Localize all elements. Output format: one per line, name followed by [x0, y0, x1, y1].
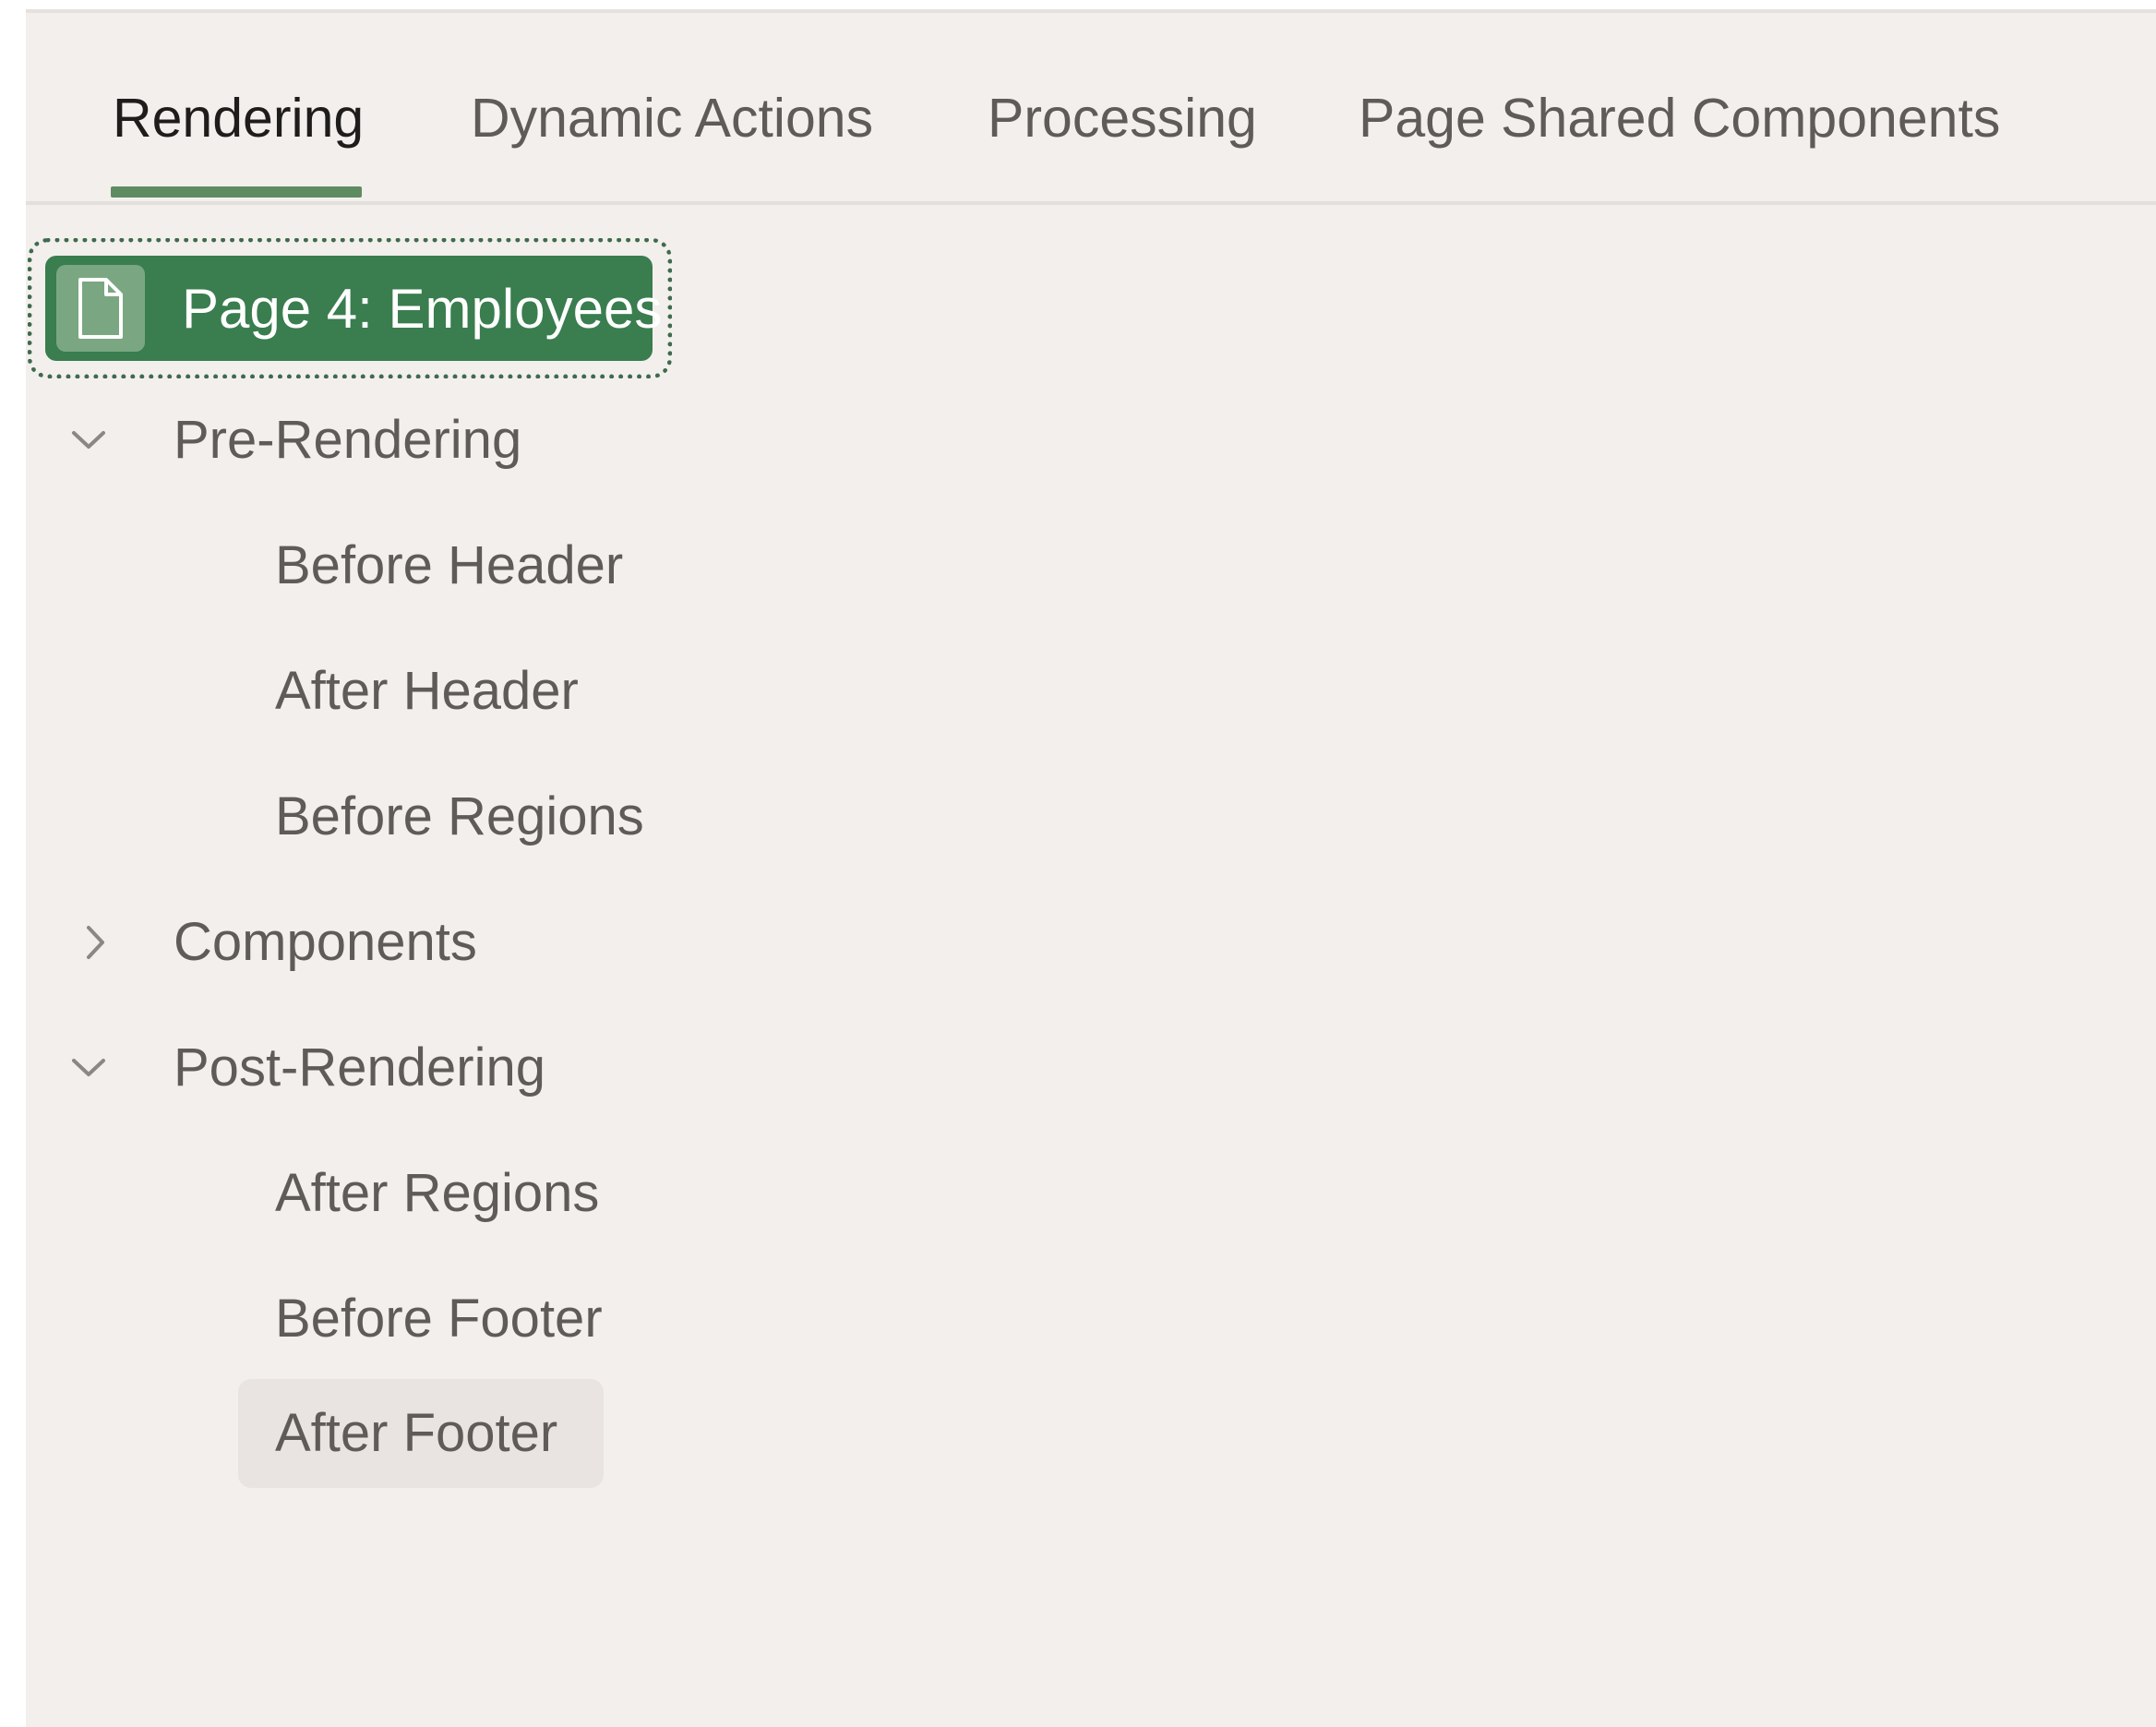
- tab-bar: Rendering Dynamic Actions Processing Pag…: [26, 13, 2156, 205]
- tree-leaf-label: After Regions: [275, 1163, 600, 1223]
- tree-leaf-before-regions[interactable]: Before Regions: [26, 766, 856, 868]
- chevron-right-icon[interactable]: [74, 920, 118, 965]
- tree-leaf-label: Before Regions: [275, 786, 644, 846]
- tree-node-components[interactable]: Components: [26, 892, 856, 993]
- tree-leaf-after-footer[interactable]: After Footer: [26, 1383, 856, 1484]
- tab-rendering[interactable]: Rendering: [113, 85, 364, 151]
- tree-node-label: Components: [174, 912, 477, 972]
- tree-leaf-label: Before Header: [275, 535, 624, 595]
- tab-processing[interactable]: Processing: [988, 85, 1257, 151]
- tree-leaf-before-header[interactable]: Before Header: [26, 515, 856, 617]
- tree-leaf-after-regions[interactable]: After Regions: [26, 1143, 856, 1244]
- chevron-down-icon[interactable]: [66, 1045, 111, 1089]
- root-node-label: Page 4: Employees: [182, 278, 663, 340]
- chevron-down-icon[interactable]: [66, 417, 111, 462]
- page-icon: [56, 265, 145, 352]
- tree-node-label: Post-Rendering: [174, 1037, 545, 1097]
- tree-leaf-after-header[interactable]: After Header: [26, 641, 856, 742]
- root-node-focus-ring: Page 4: Employees: [28, 238, 672, 378]
- tree-node-label: Pre-Rendering: [174, 410, 522, 470]
- tree-leaf-label: After Footer: [275, 1403, 558, 1463]
- tree-node-pre-rendering[interactable]: Pre-Rendering: [26, 390, 856, 491]
- tab-dynamic-actions[interactable]: Dynamic Actions: [471, 85, 873, 151]
- tree-node-post-rendering[interactable]: Post-Rendering: [26, 1017, 856, 1119]
- tree-leaf-label: After Header: [275, 661, 579, 721]
- active-tab-indicator: [111, 186, 362, 198]
- tree-root-page-node[interactable]: Page 4: Employees: [45, 256, 662, 361]
- tree-leaf-label: Before Footer: [275, 1289, 603, 1349]
- tree-leaf-before-footer[interactable]: Before Footer: [26, 1268, 856, 1370]
- rendering-panel: Rendering Dynamic Actions Processing Pag…: [26, 9, 2156, 1727]
- tab-page-shared-components[interactable]: Page Shared Components: [1359, 85, 2000, 151]
